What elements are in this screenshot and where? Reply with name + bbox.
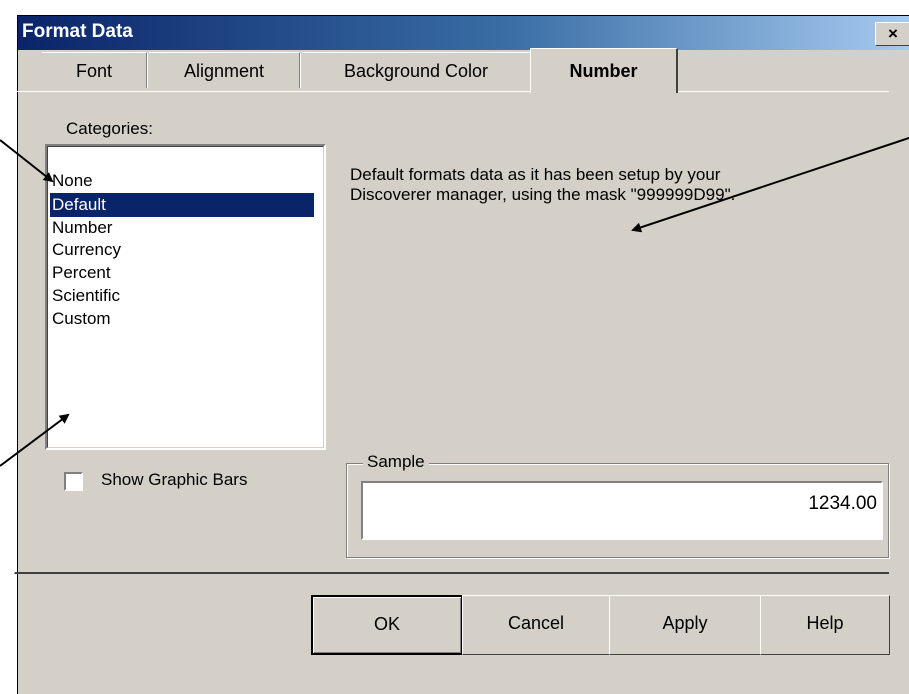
sample-output: 1234.00 xyxy=(361,481,883,540)
list-item-none[interactable]: None xyxy=(50,169,314,193)
tab-font[interactable]: Font xyxy=(42,52,146,92)
categories-listbox[interactable]: None Default Number Currency Percent Sci… xyxy=(45,144,326,450)
tab-separator xyxy=(299,53,301,88)
close-button[interactable]: × xyxy=(875,22,909,46)
list-item-percent[interactable]: Percent xyxy=(50,261,314,285)
list-item-default[interactable]: Default xyxy=(50,193,314,217)
list-item-number[interactable]: Number xyxy=(50,216,314,240)
list-item-scientific[interactable]: Scientific xyxy=(50,284,314,308)
description-line-2: Discoverer manager, using the mask "9999… xyxy=(350,185,736,204)
tab-alignment[interactable]: Alignment xyxy=(149,52,299,92)
ok-button[interactable]: OK xyxy=(311,595,463,655)
window-title: Format Data xyxy=(22,21,133,42)
categories-label: Categories: xyxy=(66,119,153,138)
show-graphic-bars-checkbox[interactable] xyxy=(64,472,83,491)
tab-separator xyxy=(146,53,148,88)
format-description: Default formats data as it has been setu… xyxy=(350,165,870,205)
show-graphic-bars-label[interactable]: Show Graphic Bars xyxy=(101,470,247,490)
title-bar[interactable]: Format Data × xyxy=(18,16,909,50)
cancel-button[interactable]: Cancel xyxy=(462,595,610,655)
list-item-currency[interactable]: Currency xyxy=(50,238,314,262)
description-line-1: Default formats data as it has been setu… xyxy=(350,165,721,184)
list-item-custom[interactable]: Custom xyxy=(50,307,314,331)
tab-background-color[interactable]: Background Color xyxy=(302,52,530,92)
apply-button[interactable]: Apply xyxy=(609,595,761,655)
help-button[interactable]: Help xyxy=(760,595,890,655)
sample-legend: Sample xyxy=(363,452,429,472)
tab-number[interactable]: Number xyxy=(530,48,678,93)
